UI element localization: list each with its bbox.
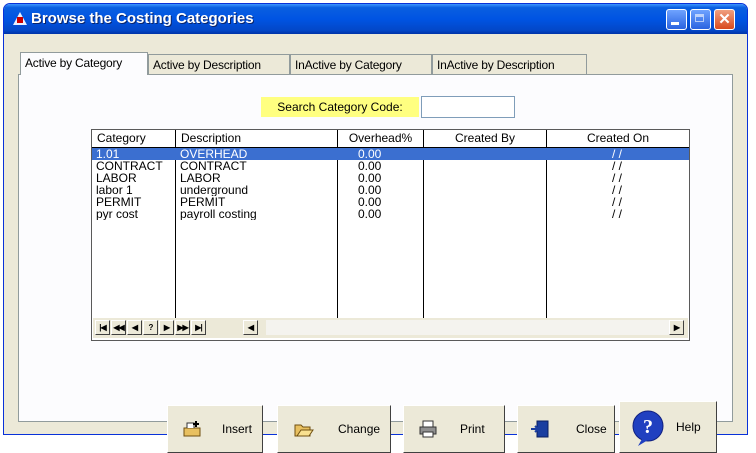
browse-costing-categories-window: Browse the Costing Categories ✕ Active b… — [3, 3, 748, 453]
insert-label: Insert — [222, 422, 253, 436]
column-header-description[interactable]: Description — [176, 130, 338, 147]
close-window-button[interactable]: ✕ — [714, 9, 735, 30]
tab-inactive-by-category[interactable]: InActive by Category — [290, 54, 432, 74]
column-header-created-by[interactable]: Created By — [424, 130, 547, 147]
grid-navigation-bar: |◀ ◀◀ ◀ ? ▶ ▶▶ ▶| ◀ ▶ — [93, 318, 688, 338]
nav-next-page-button[interactable]: ▶▶ — [175, 320, 190, 335]
nav-previous-page-button[interactable]: ◀◀ — [111, 320, 126, 335]
cell-created-by — [428, 160, 543, 172]
maximize-button[interactable] — [690, 9, 711, 30]
horizontal-scrollbar[interactable] — [266, 320, 684, 335]
grid-header: Category Description Overhead% Created B… — [92, 130, 689, 148]
window-title: Browse the Costing Categories — [31, 10, 254, 27]
column-header-created-on[interactable]: Created On — [547, 130, 689, 147]
help-button[interactable]: ? Help — [619, 401, 717, 453]
minimize-button[interactable] — [666, 9, 687, 30]
cell-overhead: 0.00 — [358, 160, 382, 172]
scroll-left-button[interactable]: ◀ — [243, 320, 258, 335]
cell-category: CONTRACT — [96, 160, 163, 172]
table-row[interactable]: LABOR LABOR 0.00 / / — [92, 172, 689, 184]
cell-created-on: / / — [612, 160, 623, 172]
change-label: Change — [338, 422, 381, 436]
table-row[interactable]: PERMIT PERMIT 0.00 / / — [92, 196, 689, 208]
cell-created-on: / / — [612, 148, 623, 160]
exit-door-icon — [531, 420, 549, 438]
svg-text:?: ? — [643, 416, 653, 438]
print-button[interactable]: Print — [403, 405, 505, 453]
nav-first-button[interactable]: |◀ — [95, 320, 110, 335]
cell-category: LABOR — [96, 172, 137, 184]
cell-category: labor 1 — [96, 184, 133, 196]
nav-previous-button[interactable]: ◀ — [127, 320, 142, 335]
tab-active-by-category[interactable]: Active by Category — [20, 52, 148, 75]
cell-description: payroll costing — [180, 208, 257, 220]
insert-icon — [183, 421, 201, 437]
category-grid[interactable]: Category Description Overhead% Created B… — [91, 129, 690, 341]
nav-next-button[interactable]: ▶ — [159, 320, 174, 335]
cell-created-by — [428, 184, 543, 196]
print-label: Print — [460, 422, 485, 436]
minimize-icon — [671, 22, 679, 25]
cell-category: 1.01 — [96, 148, 120, 160]
table-row[interactable]: 1.01 OVERHEAD 0.00 / / — [92, 148, 689, 160]
open-folder-icon — [294, 424, 314, 437]
change-button[interactable]: Change — [277, 405, 391, 453]
table-row[interactable]: labor 1 underground 0.00 / / — [92, 184, 689, 196]
cell-created-by — [428, 148, 543, 160]
search-category-input[interactable] — [421, 96, 515, 118]
cell-overhead: 0.00 — [358, 148, 382, 160]
cell-created-on: / / — [612, 184, 623, 196]
insert-button[interactable]: Insert — [167, 405, 263, 453]
cell-created-by — [428, 196, 543, 208]
title-bar[interactable]: Browse the Costing Categories ✕ — [4, 4, 747, 34]
cell-description: CONTRACT — [180, 160, 247, 172]
close-icon: ✕ — [718, 11, 731, 28]
close-button[interactable]: Close — [517, 405, 615, 453]
column-header-category[interactable]: Category — [92, 130, 176, 147]
search-label: Search Category Code: — [261, 97, 419, 117]
column-header-overhead[interactable]: Overhead% — [338, 130, 424, 147]
close-label: Close — [576, 422, 607, 436]
nav-find-button[interactable]: ? — [143, 320, 158, 335]
cell-created-on: / / — [612, 196, 623, 208]
app-icon — [13, 12, 27, 25]
cell-created-by — [428, 208, 543, 220]
help-label: Help — [676, 420, 701, 434]
scroll-right-button[interactable]: ▶ — [669, 320, 684, 335]
help-icon: ? — [632, 410, 664, 446]
cell-description: LABOR — [180, 172, 221, 184]
cell-category: pyr cost — [96, 208, 139, 220]
cell-overhead: 0.00 — [358, 208, 382, 220]
table-row[interactable]: CONTRACT CONTRACT 0.00 / / — [92, 160, 689, 172]
nav-last-button[interactable]: ▶| — [191, 320, 206, 335]
cell-created-on: / / — [612, 172, 623, 184]
tab-panel: Search Category Code: Category Descripti… — [18, 74, 733, 453]
client-area: Active by Category Active by Description… — [8, 34, 743, 453]
cell-description: underground — [180, 184, 249, 196]
printer-icon — [419, 420, 437, 438]
cell-description: PERMIT — [180, 196, 226, 208]
cell-overhead: 0.00 — [358, 172, 382, 184]
cell-overhead: 0.00 — [358, 184, 382, 196]
cell-created-by — [428, 172, 543, 184]
tab-inactive-by-description[interactable]: InActive by Description — [432, 54, 587, 74]
cell-overhead: 0.00 — [358, 196, 382, 208]
tab-active-by-description[interactable]: Active by Description — [148, 54, 290, 74]
cell-category: PERMIT — [96, 196, 142, 208]
cell-created-on: / / — [612, 208, 623, 220]
maximize-icon — [695, 14, 704, 22]
cell-description: OVERHEAD — [180, 148, 248, 160]
table-row[interactable]: pyr cost payroll costing 0.00 / / — [92, 208, 689, 220]
